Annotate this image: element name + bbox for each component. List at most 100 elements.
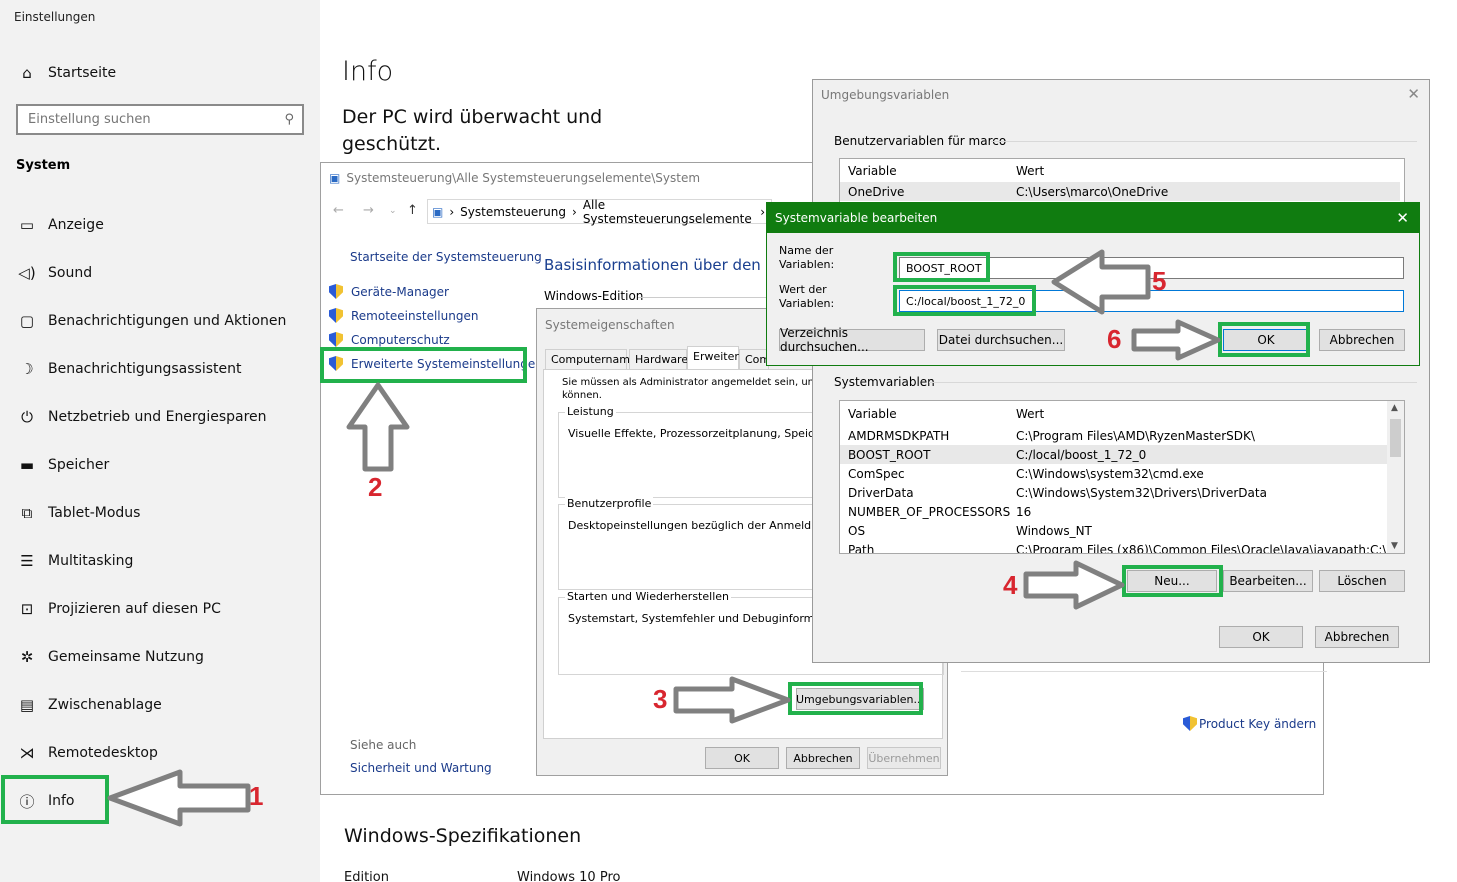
edit-variable-button[interactable]: Bearbeiten... — [1223, 570, 1313, 592]
settings-search[interactable]: ⚲ — [16, 104, 304, 135]
system-protection-link[interactable]: Computerschutz — [329, 332, 450, 347]
link-label: Geräte-Manager — [351, 284, 449, 299]
clipboard-icon: ▤ — [19, 696, 35, 714]
variable-name: Path — [848, 542, 875, 554]
nav-item-label: Multitasking — [48, 553, 134, 569]
nav-item-multitasking[interactable]: ☰ Multitasking — [0, 541, 320, 581]
nav-item-label: Zwischenablage — [48, 697, 162, 713]
apply-button[interactable]: Übernehmen — [867, 747, 941, 769]
control-panel-home-link[interactable]: Startseite der Systemsteuerung — [350, 250, 542, 264]
info-icon: ⓘ — [19, 792, 35, 811]
group-title: Leistung — [565, 405, 616, 418]
table-row[interactable]: OS Windows_NT — [840, 521, 1400, 540]
nav-item-tablet[interactable]: ⧉ Tablet-Modus — [0, 493, 320, 533]
nav-item-storage[interactable]: ▬ Speicher — [0, 445, 320, 485]
change-product-key-link[interactable]: Product Key ändern — [1183, 716, 1316, 731]
close-icon[interactable]: ✕ — [1407, 85, 1420, 103]
link-label: Erweiterte Systemeinstellungen — [351, 356, 543, 371]
browse-directory-button[interactable]: Verzeichnis durchsuchen... — [779, 326, 925, 354]
list-header: Variable Wert — [840, 404, 1400, 423]
tab-hardware[interactable]: Hardware — [629, 349, 688, 369]
nav-item-label: Sound — [48, 265, 93, 281]
column-header-value[interactable]: Wert — [1016, 164, 1044, 178]
breadcrumb-separator-icon: › — [572, 204, 577, 219]
nav-item-power[interactable]: ⏻ Netzbetrieb und Energiesparen — [0, 397, 320, 437]
device-manager-link[interactable]: Geräte-Manager — [329, 284, 449, 299]
nav-item-clipboard[interactable]: ▤ Zwischenablage — [0, 685, 320, 725]
security-maintenance-link[interactable]: Sicherheit und Wartung — [350, 761, 492, 775]
table-row[interactable]: OneDrive C:\Users\marco\OneDrive — [840, 182, 1400, 201]
column-header-variable[interactable]: Variable — [848, 164, 897, 178]
ok-button[interactable]: OK — [1223, 329, 1309, 351]
close-icon[interactable]: ✕ — [1396, 209, 1409, 227]
search-input[interactable] — [28, 106, 278, 133]
ok-button[interactable]: OK — [705, 747, 779, 769]
nav-item-remote-desktop[interactable]: ⋊ Remotedesktop — [0, 733, 320, 773]
step-number: 1 — [249, 781, 264, 811]
column-header-value[interactable]: Wert — [1016, 407, 1044, 421]
table-row[interactable]: NUMBER_OF_PROCESSORS 16 — [840, 502, 1400, 521]
forward-arrow-icon[interactable]: → — [363, 203, 374, 218]
breadcrumb-item[interactable]: Alle Systemsteuerungselemente — [583, 198, 754, 226]
cancel-button[interactable]: Abbrechen — [786, 747, 860, 769]
step-number: 6 — [1107, 324, 1122, 354]
nav-item-project[interactable]: ⊡ Projizieren auf diesen PC — [0, 589, 320, 629]
user-variables-list[interactable]: Variable Wert OneDrive C:\Users\marco\On… — [839, 158, 1405, 206]
shield-icon — [329, 308, 343, 323]
remote-settings-link[interactable]: Remoteeinstellungen — [329, 308, 478, 323]
scroll-up-icon[interactable]: ▲ — [1391, 403, 1398, 413]
advanced-system-settings-link[interactable]: Erweiterte Systemeinstellungen — [329, 356, 543, 371]
link-label: Product Key ändern — [1199, 716, 1317, 731]
link-label: Computerschutz — [351, 332, 450, 347]
speaker-icon: ◁) — [18, 264, 36, 282]
column-header-variable[interactable]: Variable — [848, 407, 897, 421]
variable-value: Windows_NT — [1016, 523, 1092, 538]
scroll-thumb[interactable] — [1390, 419, 1401, 457]
nav-home[interactable]: ⌂ Startseite — [0, 53, 320, 93]
tab-computer-protection[interactable]: Com — [739, 349, 770, 369]
chevron-down-icon[interactable]: ⌄ — [389, 206, 397, 216]
nav-item-focus-assist[interactable]: ☽ Benachrichtigungsassistent — [0, 349, 320, 389]
table-row[interactable]: DriverData C:\Windows\System32\Drivers\D… — [840, 483, 1400, 502]
table-row[interactable]: BOOST_ROOT C:/local/boost_1_72_0 — [840, 445, 1400, 464]
back-arrow-icon[interactable]: ← — [333, 203, 344, 218]
new-variable-button[interactable]: Neu... — [1127, 570, 1217, 592]
nav-item-display[interactable]: ▭ Anzeige — [0, 205, 320, 245]
tab-computer-name[interactable]: Computername — [545, 349, 637, 369]
variable-value: C:\Windows\System32\Drivers\DriverData — [1016, 485, 1267, 500]
nav-item-sound[interactable]: ◁) Sound — [0, 253, 320, 293]
nav-item-label: Benachrichtigungen und Aktionen — [48, 313, 287, 329]
cancel-button[interactable]: Abbrechen — [1319, 329, 1405, 351]
table-row[interactable]: Path C:\Program Files (x86)\Common Files… — [840, 540, 1404, 554]
variable-value: 16 — [1016, 504, 1032, 519]
cancel-button[interactable]: Abbrechen — [1315, 626, 1399, 648]
scroll-down-icon[interactable]: ▼ — [1391, 541, 1398, 551]
nav-item-notifications[interactable]: ▢ Benachrichtigungen und Aktionen — [0, 301, 320, 341]
scrollbar[interactable]: ▲ ▼ — [1387, 401, 1404, 553]
environment-variables-button[interactable]: Umgebungsvariablen... — [796, 688, 924, 710]
variable-name-label: Name der Variablen: — [779, 244, 835, 271]
step-number: 5 — [1152, 266, 1167, 296]
table-row[interactable]: ComSpec C:\Windows\system32\cmd.exe — [840, 464, 1400, 483]
address-bar[interactable]: ▣ › Systemsteuerung › Alle Systemsteueru… — [427, 198, 772, 226]
breadcrumb-item[interactable]: Systemsteuerung — [460, 205, 566, 219]
variable-name: DriverData — [848, 485, 914, 500]
nav-item-label: Netzbetrieb und Energiesparen — [48, 409, 267, 425]
tab-advanced[interactable]: Erweitert — [687, 346, 743, 369]
arrow-right-icon — [1023, 560, 1125, 610]
table-row[interactable]: AMDRMSDKPATH C:\Program Files\AMD\RyzenM… — [840, 426, 1400, 445]
nav-item-sharing[interactable]: ✲ Gemeinsame Nutzung — [0, 637, 320, 677]
project-icon: ⊡ — [20, 600, 34, 618]
browse-file-button[interactable]: Datei durchsuchen... — [937, 329, 1065, 351]
variable-name: AMDRMSDKPATH — [848, 428, 950, 443]
up-arrow-icon[interactable]: ↑ — [407, 203, 418, 218]
link-label: Remoteeinstellungen — [351, 308, 479, 323]
nav-item-label: Remotedesktop — [48, 745, 158, 761]
system-variables-list[interactable]: Variable Wert AMDRMSDKPATH C:\Program Fi… — [839, 400, 1405, 554]
delete-variable-button[interactable]: Löschen — [1319, 570, 1405, 592]
shield-icon — [329, 284, 343, 299]
protection-status: Der PC wird überwacht und geschützt. — [342, 106, 603, 155]
variable-value: C:\Windows\system32\cmd.exe — [1016, 466, 1204, 481]
ok-button[interactable]: OK — [1219, 626, 1303, 648]
shield-icon — [329, 356, 343, 371]
